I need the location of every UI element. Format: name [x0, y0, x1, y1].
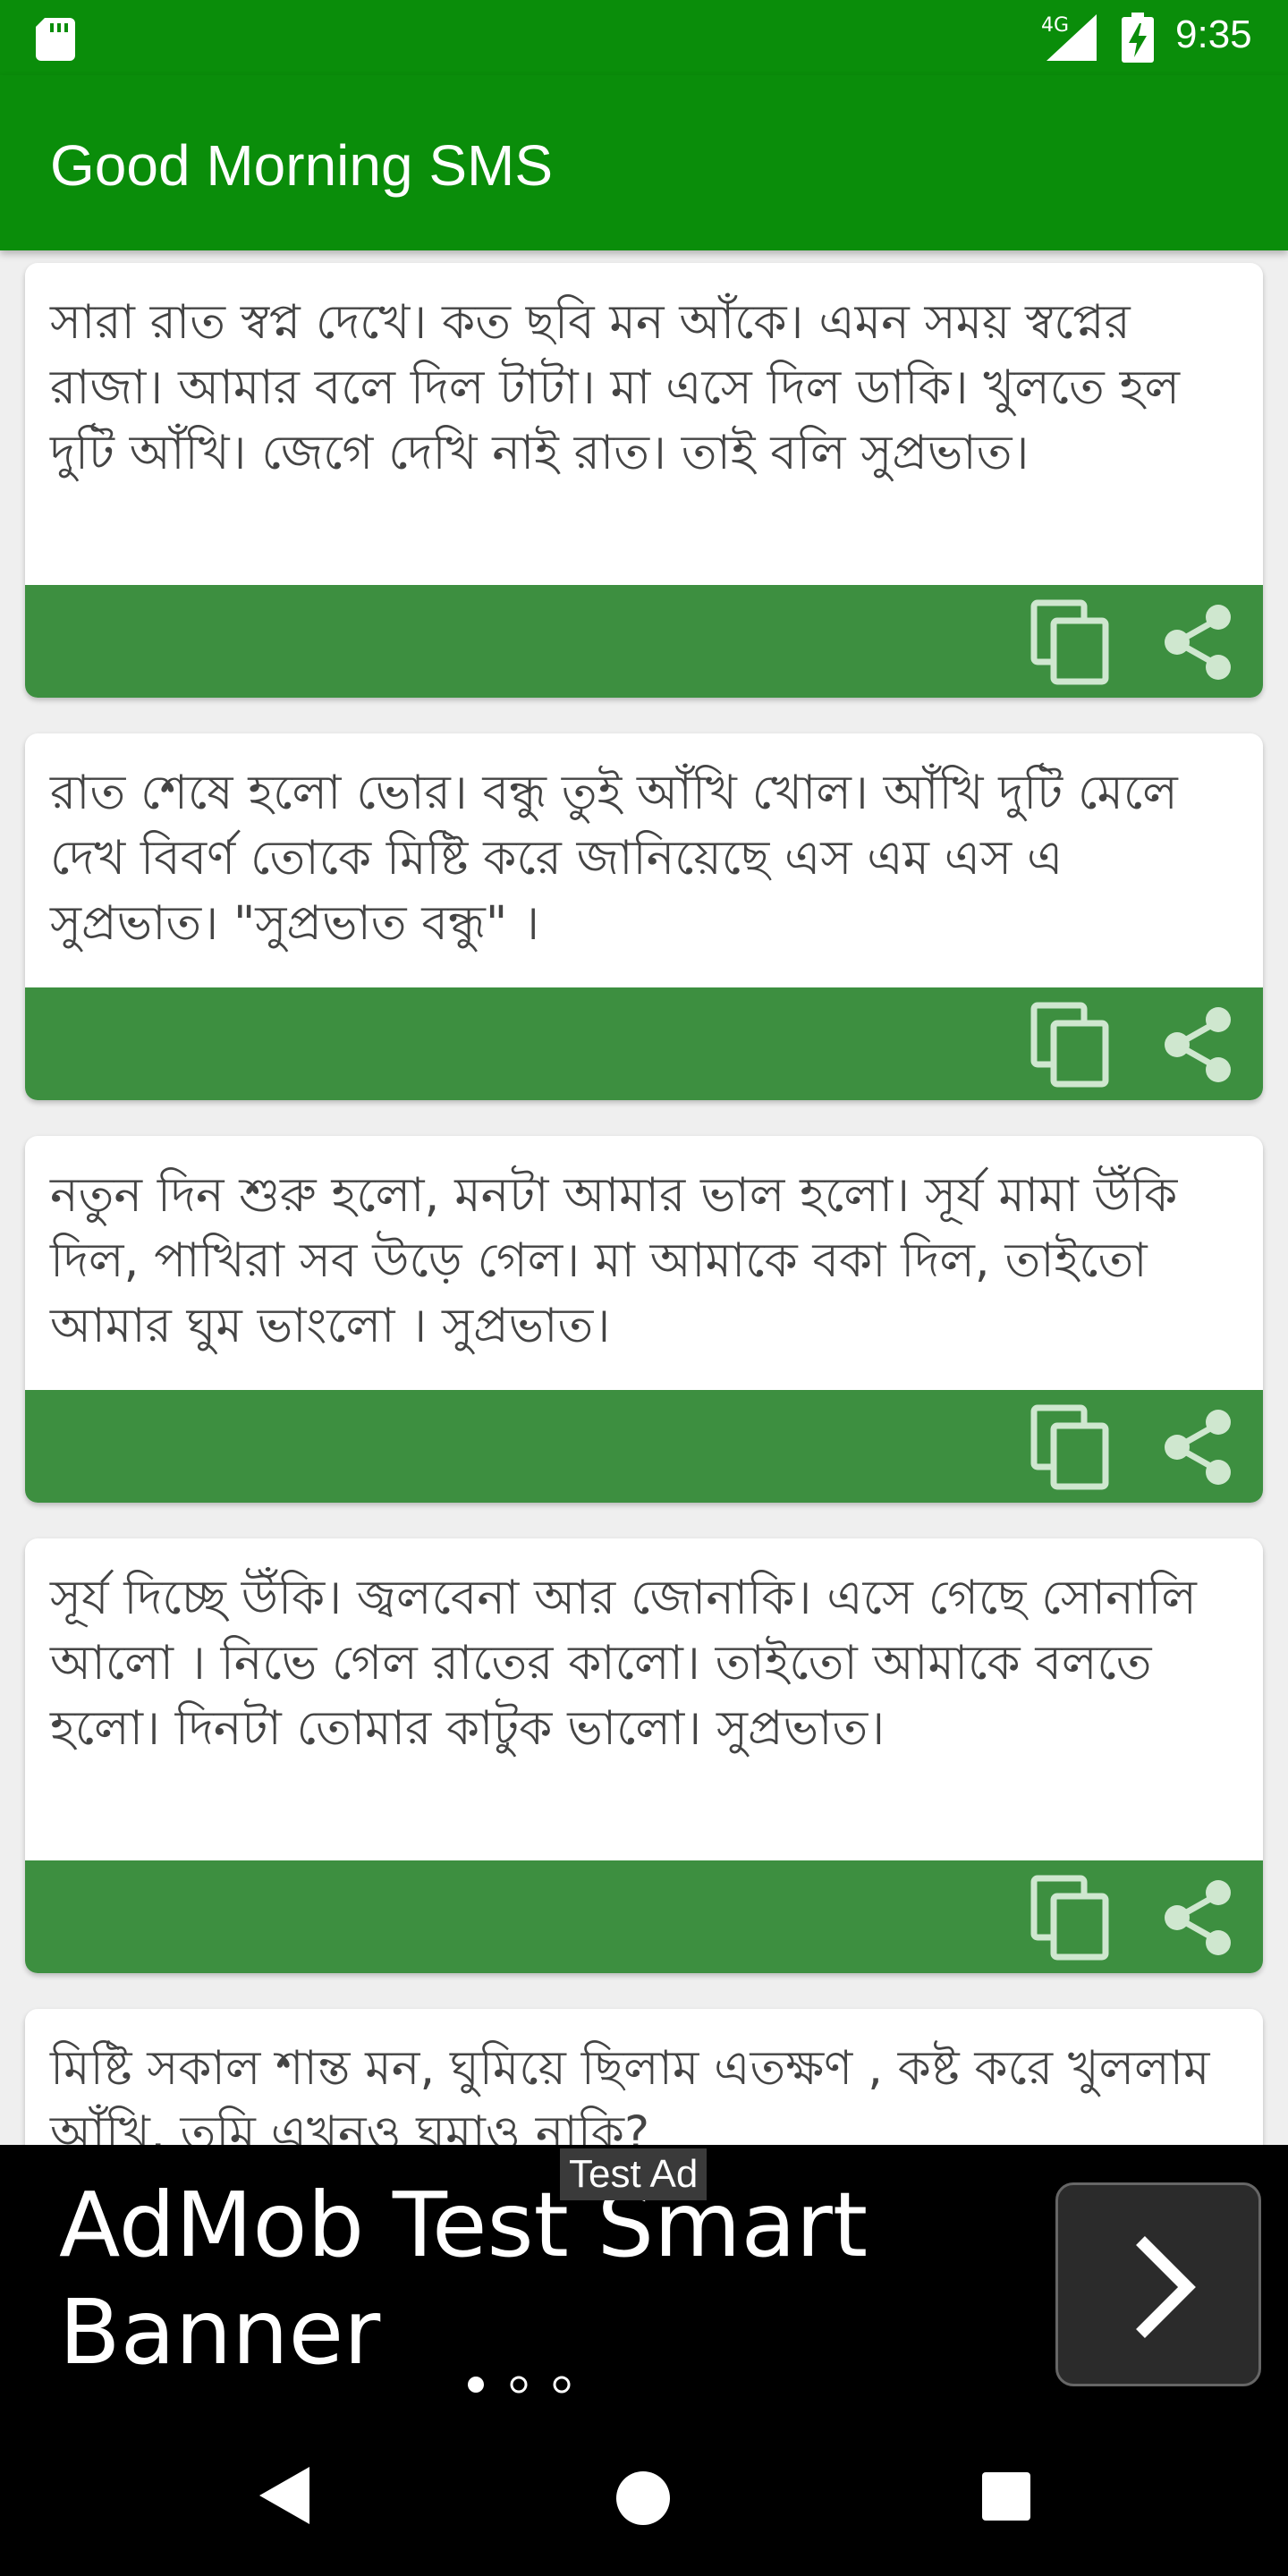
page-dot	[510, 2376, 528, 2394]
card-action-bar	[25, 1860, 1263, 1973]
message-text: সূর্য দিচ্ছে উঁকি। জ্বলবেনা আর জোনাকি। এ…	[50, 1571, 1197, 1756]
card-action-bar	[25, 585, 1263, 698]
share-icon[interactable]	[1159, 603, 1236, 682]
message-card: রাত শেষে হলো ভোর। বন্ধু তুই আঁখি খোল। আঁ…	[25, 733, 1263, 1100]
copy-icon[interactable]	[1030, 1404, 1111, 1490]
page-title: Good Morning SMS	[50, 133, 554, 198]
message-card: সূর্য দিচ্ছে উঁকি। জ্বলবেনা আর জোনাকি। এ…	[25, 1538, 1263, 1973]
message-card: মিষ্টি সকাল শান্ত মন, ঘুমিয়ে ছিলাম এতক্…	[25, 2009, 1263, 2145]
sd-card-icon	[36, 18, 75, 61]
signal-icon	[1046, 14, 1097, 61]
copy-icon[interactable]	[1030, 1875, 1111, 1961]
ad-headline[interactable]: AdMob Test Smart Banner	[59, 2172, 1007, 2386]
page-dot	[553, 2376, 571, 2394]
message-card: নতুন দিন শুরু হলো, মনটা আমার ভাল হলো। সূ…	[25, 1136, 1263, 1503]
clock: 9:35	[1175, 13, 1252, 56]
message-text: রাত শেষে হলো ভোর। বন্ধু তুই আঁখি খোল। আঁ…	[50, 766, 1178, 951]
battery-charging-icon	[1122, 13, 1154, 63]
share-icon[interactable]	[1159, 1878, 1236, 1957]
copy-icon[interactable]	[1030, 1002, 1111, 1088]
message-card: সারা রাত স্বপ্ন দেখে। কত ছবি মন আঁকে। এম…	[25, 263, 1263, 698]
share-icon[interactable]	[1159, 1005, 1236, 1084]
message-text: সারা রাত স্বপ্ন দেখে। কত ছবি মন আঁকে। এম…	[50, 295, 1180, 480]
ad-open-button[interactable]	[1055, 2182, 1261, 2386]
home-icon[interactable]	[615, 2470, 671, 2526]
card-action-bar	[25, 987, 1263, 1100]
page-dot-active	[468, 2377, 484, 2393]
card-action-bar	[25, 1390, 1263, 1503]
back-icon[interactable]	[259, 2467, 309, 2524]
message-text: নতুন দিন শুরু হলো, মনটা আমার ভাল হলো। সূ…	[50, 1168, 1178, 1353]
message-list[interactable]: সারা রাত স্বপ্ন দেখে। কত ছবি মন আঁকে। এম…	[0, 250, 1288, 2145]
system-nav-bar	[0, 2413, 1288, 2576]
ad-page-indicator	[468, 2376, 571, 2394]
recents-icon[interactable]	[982, 2472, 1030, 2521]
chevron-right-icon	[1136, 2236, 1196, 2338]
message-text: মিষ্টি সকাল শান্ত মন, ঘুমিয়ে ছিলাম এতক্…	[50, 2041, 1210, 2145]
share-icon[interactable]	[1159, 1408, 1236, 1487]
test-ad-badge: Test Ad	[560, 2148, 708, 2200]
ad-banner[interactable]: AdMob Test Smart Banner Test Ad	[0, 2145, 1288, 2413]
app-bar: Good Morning SMS	[0, 75, 1288, 250]
copy-icon[interactable]	[1030, 599, 1111, 685]
status-bar: 4G 9:35	[0, 0, 1288, 75]
